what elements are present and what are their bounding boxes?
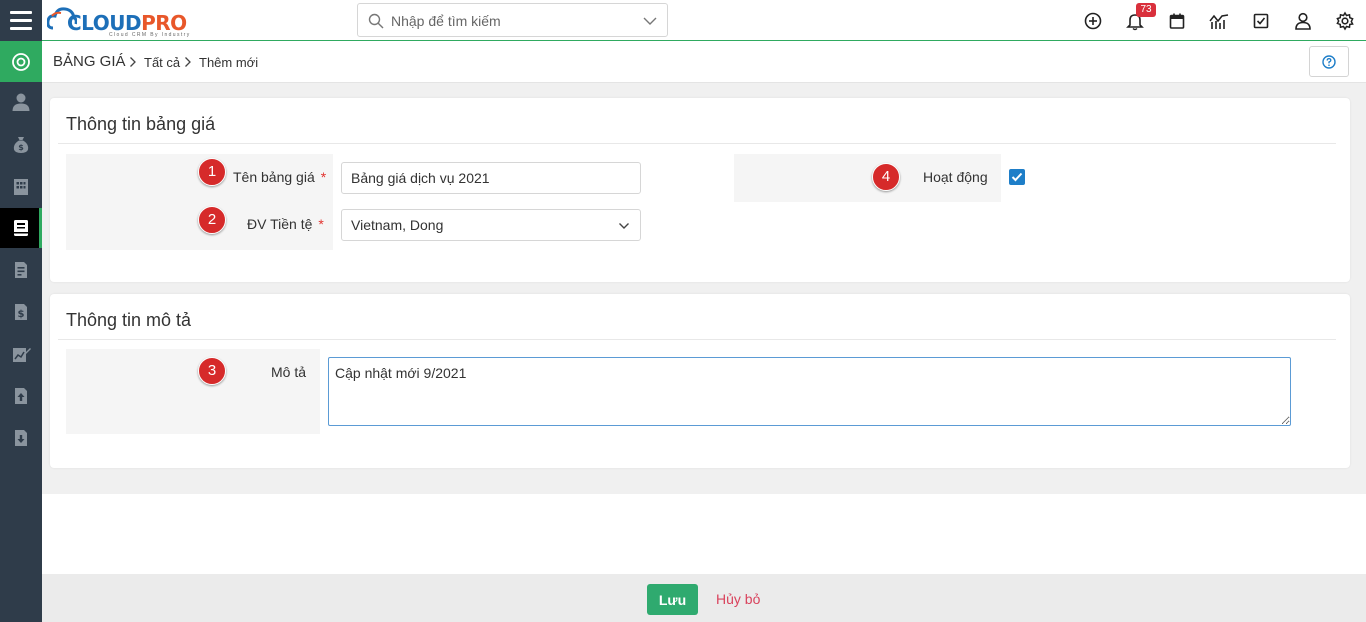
search-box[interactable]: [357, 3, 668, 37]
invoice-icon: [15, 262, 27, 278]
sidebar-item-upload[interactable]: [0, 376, 42, 416]
marker-1: 1: [198, 158, 226, 186]
sidebar-item-money[interactable]: $: [0, 124, 42, 164]
breadcrumb-root[interactable]: BẢNG GIÁ: [53, 53, 126, 70]
checkbox-task-icon[interactable]: [1251, 11, 1271, 31]
sidebar-item-target[interactable]: [0, 41, 42, 82]
chevron-down-icon: [619, 223, 629, 229]
form-footer: Lưu Hủy bỏ: [42, 574, 1366, 622]
divider: [58, 143, 1336, 144]
divider: [58, 339, 1336, 340]
brand-tagline: Cloud CRM By Industry: [109, 32, 191, 38]
receipt-dollar-icon: $: [15, 304, 27, 320]
check-icon: [1011, 172, 1023, 182]
save-button[interactable]: Lưu: [647, 584, 698, 615]
svg-text:$: $: [18, 309, 25, 320]
help-button[interactable]: [1309, 46, 1349, 77]
breadcrumb: BẢNG GIÁ Tất cả Thêm mới: [42, 42, 1366, 83]
active-label: Hoạt động: [923, 169, 988, 185]
chart-edit-icon: [13, 348, 31, 362]
main-content: Thông tin bảng giá 1 Tên bảng giá* 2 ĐV …: [42, 83, 1366, 494]
sidebar: $ $: [0, 41, 42, 622]
download-doc-icon: [15, 430, 27, 446]
svg-text:$: $: [18, 143, 24, 152]
breadcrumb-current: Thêm mới: [199, 55, 259, 70]
calendar-icon[interactable]: [1167, 11, 1187, 31]
sidebar-item-reports[interactable]: [0, 334, 42, 374]
pricebook-info-card: Thông tin bảng giá 1 Tên bảng giá* 2 ĐV …: [50, 98, 1350, 282]
top-bar: CLOUDPRO Cloud CRM By Industry 73: [0, 0, 1366, 41]
currency-select[interactable]: Vietnam, Dong: [341, 209, 641, 241]
notification-badge: 73: [1136, 3, 1156, 17]
book-icon: [14, 220, 28, 236]
gear-icon[interactable]: [1335, 11, 1355, 31]
hamburger-menu-icon[interactable]: [0, 0, 42, 41]
label-column: [66, 349, 320, 434]
sidebar-item-organization[interactable]: [0, 166, 42, 206]
sidebar-item-contacts[interactable]: [0, 82, 42, 122]
sidebar-item-pricebook[interactable]: [0, 208, 42, 248]
person-icon: [12, 93, 30, 111]
active-checkbox[interactable]: [1009, 169, 1025, 185]
sidebar-item-download[interactable]: [0, 418, 42, 458]
section-title: Thông tin bảng giá: [66, 114, 216, 134]
building-icon: [14, 179, 28, 195]
marker-3: 3: [198, 357, 226, 385]
user-icon[interactable]: [1293, 11, 1313, 31]
pricebook-name-input[interactable]: [341, 162, 641, 194]
cloudpro-logo[interactable]: CLOUDPRO Cloud CRM By Industry: [47, 4, 202, 38]
chevron-down-icon[interactable]: [643, 15, 657, 27]
marker-2: 2: [198, 206, 226, 234]
breadcrumb-all[interactable]: Tất cả: [144, 55, 180, 70]
section-title: Thông tin mô tả: [66, 310, 192, 330]
chart-icon[interactable]: [1209, 11, 1229, 31]
marker-4: 4: [872, 163, 900, 191]
add-circle-icon[interactable]: [1083, 11, 1103, 31]
description-card: Thông tin mô tả 3 Mô tả Cập nhật mới 9/2…: [50, 294, 1350, 468]
sidebar-item-quote[interactable]: $: [0, 292, 42, 332]
description-textarea[interactable]: Cập nhật mới 9/2021: [328, 357, 1291, 426]
search-input[interactable]: [391, 11, 631, 31]
chevron-right-icon: [130, 57, 136, 67]
name-label: Tên bảng giá *: [233, 169, 327, 185]
chevron-right-icon: [185, 57, 191, 67]
search-icon: [368, 13, 384, 29]
help-icon: [1322, 54, 1336, 69]
money-bag-icon: $: [13, 137, 29, 153]
description-label: Mô tả: [271, 364, 307, 380]
currency-label: ĐV Tiền tệ *: [247, 216, 324, 232]
cancel-link[interactable]: Hủy bỏ: [716, 591, 760, 607]
currency-value: Vietnam, Dong: [351, 217, 444, 233]
sidebar-item-invoice[interactable]: [0, 250, 42, 290]
target-icon: [12, 52, 30, 71]
upload-doc-icon: [15, 388, 27, 404]
